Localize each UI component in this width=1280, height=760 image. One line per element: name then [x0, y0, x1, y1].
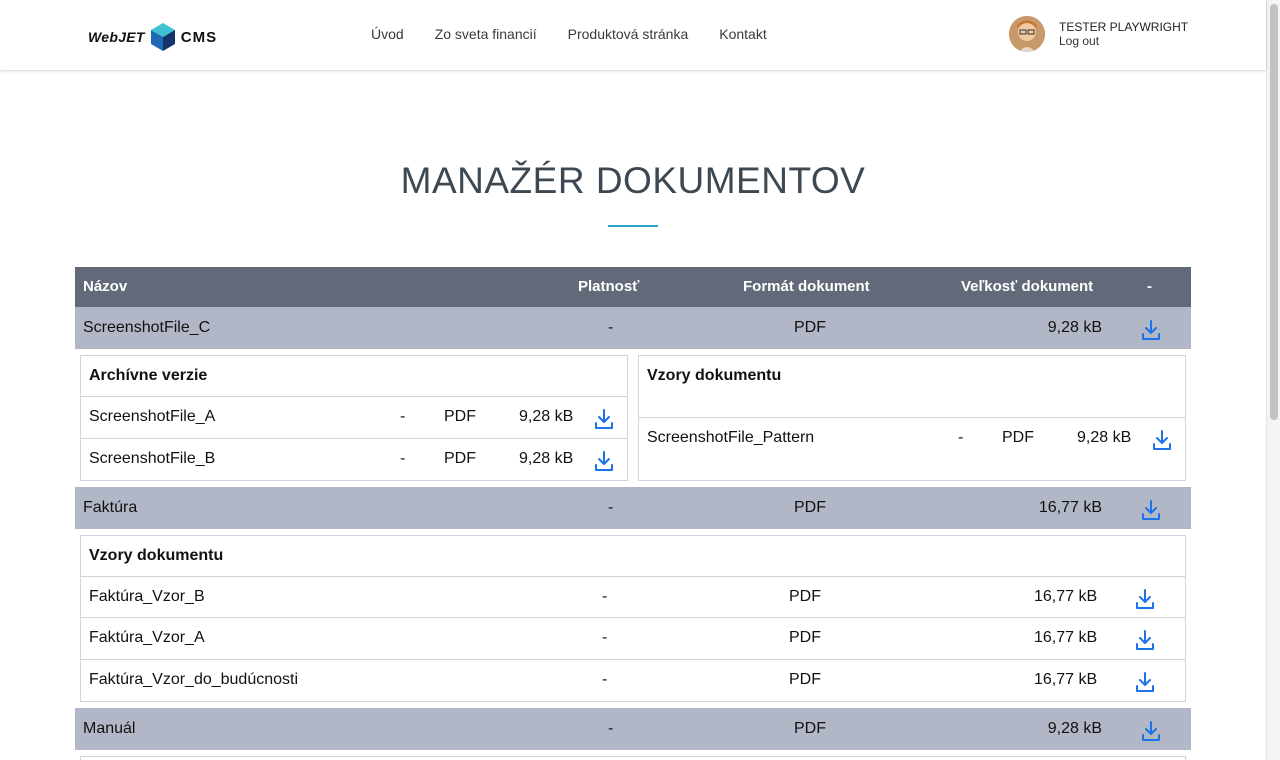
main-nav: Úvod Zo sveta financií Produktová stránk…: [371, 26, 767, 42]
patterns-panel: Vzory dokumentu Faktúra_Vzor_B - PDF 16,…: [80, 535, 1186, 702]
list-item[interactable]: Faktúra_Vzor_A - PDF 16,77 kB: [81, 617, 1185, 659]
list-item[interactable]: ScreenshotFile_Pattern - PDF 9,28 kB: [639, 417, 1185, 459]
download-icon[interactable]: [1135, 671, 1155, 693]
pattern-validity: -: [602, 588, 608, 605]
doc-format: PDF: [794, 319, 826, 336]
archive-size: 9,28 kB: [519, 408, 574, 425]
pattern-size: 9,28 kB: [1077, 429, 1132, 446]
site-header: WebJET CMS Úvod Zo sveta financií Produk…: [0, 0, 1266, 70]
table-header: Názov Platnosť Formát dokument Veľkosť d…: [75, 267, 1191, 307]
doc-size: 9,28 kB: [1047, 720, 1102, 737]
table-row[interactable]: ScreenshotFile_C - PDF 9,28 kB: [75, 307, 1191, 349]
logo-cube-icon: [150, 23, 175, 51]
pattern-validity: -: [958, 429, 964, 446]
user-panel: TESTER PLAYWRIGHT Log out: [1009, 16, 1188, 52]
pattern-size: 16,77 kB: [1034, 629, 1098, 646]
col-header-size: Veľkosť dokument: [961, 278, 1094, 295]
scrollbar-thumb[interactable]: [1270, 4, 1278, 420]
pattern-name[interactable]: Faktúra_Vzor_A: [89, 629, 205, 647]
avatar[interactable]: [1009, 16, 1045, 52]
page-scrollbar[interactable]: [1266, 0, 1280, 760]
doc-name[interactable]: Faktúra: [83, 499, 137, 517]
pattern-name[interactable]: Faktúra_Vzor_B: [89, 588, 205, 606]
col-header-validity: Platnosť: [578, 278, 640, 295]
row-sub-panels: [75, 750, 1191, 760]
patterns-title: Vzory dokumentu: [647, 367, 782, 384]
pattern-validity: -: [602, 629, 608, 646]
patterns-title: Vzory dokumentu: [89, 547, 224, 564]
nav-item-zo-sveta-financii[interactable]: Zo sveta financií: [435, 26, 537, 42]
list-item[interactable]: ScreenshotFile_A - PDF 9,28 kB: [81, 396, 627, 438]
archive-name[interactable]: ScreenshotFile_B: [89, 450, 215, 468]
patterns-panel: Vzory dokumentu ScreenshotFile_Pattern -…: [638, 355, 1186, 481]
archive-size: 9,28 kB: [519, 450, 574, 467]
download-icon[interactable]: [594, 408, 614, 430]
archive-validity: -: [400, 408, 406, 425]
pattern-name[interactable]: Faktúra_Vzor_do_budúcnosti: [89, 671, 298, 689]
doc-validity: -: [608, 499, 614, 516]
archive-format: PDF: [444, 408, 476, 425]
doc-size: 9,28 kB: [1047, 319, 1102, 336]
logo-suffix: CMS: [180, 28, 218, 46]
archive-name[interactable]: ScreenshotFile_A: [89, 408, 215, 426]
pattern-size: 16,77 kB: [1034, 588, 1098, 605]
download-icon[interactable]: [594, 450, 614, 472]
col-header-name: Názov: [83, 278, 128, 295]
nav-item-kontakt[interactable]: Kontakt: [719, 26, 766, 42]
list-item[interactable]: Faktúra_Vzor_B - PDF 16,77 kB: [81, 576, 1185, 618]
avatar-face-icon: [1009, 16, 1045, 52]
table-row[interactable]: Faktúra - PDF 16,77 kB: [75, 487, 1191, 529]
logout-link[interactable]: Log out: [1059, 34, 1188, 48]
user-name: TESTER PLAYWRIGHT: [1059, 20, 1189, 34]
pattern-format: PDF: [789, 671, 821, 688]
doc-size: 16,77 kB: [1038, 499, 1102, 516]
logo-word: WebJET: [88, 29, 145, 45]
doc-validity: -: [608, 319, 614, 336]
doc-validity: -: [608, 720, 614, 737]
doc-format: PDF: [794, 720, 826, 737]
row-sub-panels: Vzory dokumentu Faktúra_Vzor_B - PDF 16,…: [75, 529, 1191, 708]
table-row[interactable]: Manuál - PDF 9,28 kB: [75, 708, 1191, 750]
doc-format: PDF: [794, 499, 826, 516]
archive-validity: -: [400, 450, 406, 467]
doc-name[interactable]: ScreenshotFile_C: [83, 319, 210, 337]
sub-panel: [80, 756, 1186, 760]
pattern-validity: -: [602, 671, 608, 688]
col-header-action: -: [1147, 278, 1152, 295]
list-item[interactable]: ScreenshotFile_B - PDF 9,28 kB: [81, 438, 627, 480]
webjet-logo[interactable]: WebJET CMS: [88, 22, 217, 52]
download-icon[interactable]: [1135, 629, 1155, 651]
download-icon[interactable]: [1152, 429, 1172, 451]
pattern-name[interactable]: ScreenshotFile_Pattern: [647, 429, 814, 447]
row-sub-panels: Archívne verzie ScreenshotFile_A - PDF 9…: [75, 349, 1191, 487]
col-header-format: Formát dokument: [743, 278, 870, 295]
archive-versions-panel: Archívne verzie ScreenshotFile_A - PDF 9…: [80, 355, 628, 481]
nav-item-uvod[interactable]: Úvod: [371, 26, 404, 42]
list-item[interactable]: Faktúra_Vzor_do_budúcnosti - PDF 16,77 k…: [81, 659, 1185, 701]
documents-table: Názov Platnosť Formát dokument Veľkosť d…: [75, 267, 1191, 760]
download-icon[interactable]: [1141, 319, 1161, 341]
pattern-format: PDF: [789, 588, 821, 605]
download-icon[interactable]: [1135, 588, 1155, 610]
nav-item-produktova-stranka[interactable]: Produktová stránka: [568, 26, 689, 42]
archive-title: Archívne verzie: [89, 367, 208, 384]
download-icon[interactable]: [1141, 499, 1161, 521]
doc-name[interactable]: Manuál: [83, 720, 135, 738]
download-icon[interactable]: [1141, 720, 1161, 742]
archive-format: PDF: [444, 450, 476, 467]
pattern-size: 16,77 kB: [1034, 671, 1098, 688]
pattern-format: PDF: [1002, 429, 1034, 446]
title-underline: [608, 225, 658, 227]
page-title: MANAŽÉR DOKUMENTOV: [400, 160, 866, 201]
pattern-format: PDF: [789, 629, 821, 646]
